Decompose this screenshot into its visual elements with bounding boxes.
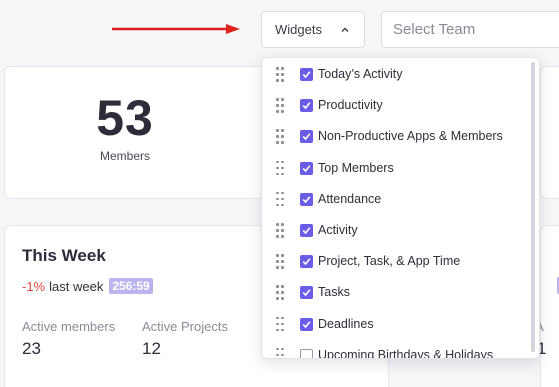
- week-trend: -1% last week 256:59: [22, 278, 153, 294]
- dropdown-scrollbar[interactable]: [531, 62, 535, 352]
- week-change-suffix: last week: [49, 278, 104, 294]
- widget-menu-label: Productivity: [318, 98, 383, 113]
- week-title: This Week: [22, 246, 106, 265]
- widget-menu-item[interactable]: Attendance: [262, 184, 532, 215]
- active-members-label: Active members: [22, 319, 116, 334]
- widget-checkbox[interactable]: [300, 130, 313, 144]
- drag-handle-icon[interactable]: [276, 67, 285, 82]
- widget-checkbox[interactable]: [300, 286, 313, 300]
- widget-checkbox[interactable]: [300, 68, 313, 81]
- drag-handle-icon[interactable]: [276, 285, 285, 300]
- team-select[interactable]: Select Team: [381, 11, 559, 48]
- widget-menu-item[interactable]: Upcoming Birthdays & Holidays: [262, 340, 532, 359]
- week-time-badge: 256:59: [109, 278, 153, 294]
- widget-menu-label: Non-Productive Apps & Members: [318, 129, 503, 144]
- drag-handle-icon[interactable]: [276, 160, 285, 176]
- widget-menu-label: Project, Task, & App Time: [318, 254, 461, 269]
- widget-menu-label: Attendance: [318, 191, 382, 206]
- chevron-up-icon: [341, 27, 349, 32]
- checkmark-icon: [302, 102, 311, 110]
- drag-handle-icon[interactable]: [276, 254, 285, 269]
- widget-menu-item[interactable]: Deadlines: [262, 309, 532, 340]
- widget-menu-item[interactable]: Activity: [262, 215, 532, 246]
- widget-menu-label: Deadlines: [318, 316, 374, 331]
- widget-menu-item[interactable]: Non-Productive Apps & Members: [262, 121, 532, 152]
- widget-menu-label: Upcoming Birthdays & Holidays: [318, 347, 494, 359]
- checkmark-icon: [302, 164, 311, 172]
- widget-menu-item[interactable]: Top Members: [262, 153, 532, 184]
- widgets-label: Widgets: [275, 22, 322, 37]
- widget-menu-label: Activity: [318, 223, 358, 237]
- widget-checkbox[interactable]: [300, 161, 313, 175]
- widget-menu-label: Today’s Activity: [318, 67, 403, 81]
- drag-handle-icon[interactable]: [276, 347, 285, 358]
- widget-menu-item[interactable]: Tasks: [262, 277, 532, 308]
- widget-menu-item[interactable]: Productivity: [262, 90, 532, 121]
- widget-menu-label: Tasks: [318, 285, 350, 300]
- widget-checkbox[interactable]: [300, 317, 313, 331]
- members-label: Members: [99, 149, 150, 163]
- widget-checkbox[interactable]: [300, 99, 313, 113]
- widget-menu-item[interactable]: Today’s Activity: [262, 59, 532, 90]
- drag-handle-icon[interactable]: [276, 129, 285, 144]
- checkmark-icon: [302, 289, 311, 297]
- members-count: 53: [96, 90, 154, 146]
- right-week-card: re A 1: [529, 225, 559, 387]
- widgets-button[interactable]: Widgets: [261, 11, 365, 48]
- team-select-placeholder: Select Team: [393, 21, 476, 38]
- widget-menu-label: Top Members: [318, 160, 394, 175]
- widgets-dropdown: Today’s Activity Productivity Non-Producti…: [261, 57, 540, 359]
- drag-handle-icon[interactable]: [276, 223, 285, 238]
- widget-checkbox[interactable]: [300, 255, 313, 269]
- drag-handle-icon[interactable]: [276, 316, 285, 332]
- checkmark-icon: [302, 320, 311, 328]
- checkmark-icon: [302, 258, 311, 266]
- active-projects-value: 12: [142, 339, 161, 358]
- active-projects-label: Active Projects: [142, 319, 228, 334]
- red-arrow-annotation: [112, 24, 240, 34]
- right-summary-card: [540, 66, 559, 199]
- widget-checkbox[interactable]: [300, 224, 313, 237]
- drag-handle-icon[interactable]: [276, 191, 285, 207]
- checkmark-icon: [302, 227, 311, 235]
- drag-handle-icon[interactable]: [276, 98, 285, 113]
- checkmark-icon: [302, 133, 311, 141]
- widget-checkbox[interactable]: [300, 192, 313, 206]
- widget-menu-item[interactable]: Project, Task, & App Time: [262, 246, 532, 277]
- active-members-value: 23: [22, 339, 41, 358]
- members-summary-card: 53 Members: [4, 66, 304, 199]
- checkmark-icon: [302, 196, 311, 203]
- checkmark-icon: [302, 71, 311, 79]
- widget-checkbox[interactable]: [300, 348, 313, 358]
- week-change: -1%: [22, 278, 46, 294]
